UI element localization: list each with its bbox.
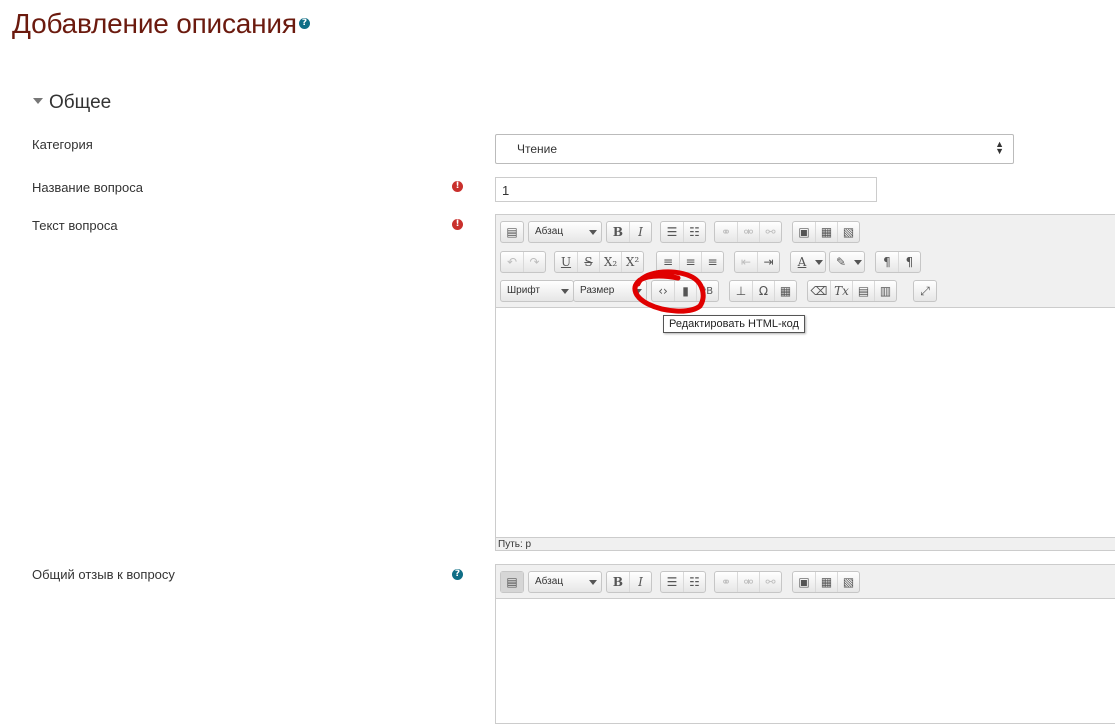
insert-group: ⊥ Ω ▦ (729, 280, 797, 302)
question-name-value: 1 (502, 183, 510, 198)
special-char-icon[interactable]: Ω (752, 281, 774, 301)
font-dropdown-label: Шрифт (507, 285, 540, 296)
rtl-icon[interactable]: ¶ (898, 252, 920, 272)
toolbar-toggle-group: ▤ (500, 571, 524, 593)
annotation-circle (632, 269, 706, 314)
category-label: Категория (32, 137, 93, 152)
bg-color-group: ✎ (829, 251, 865, 273)
clean-format-icon[interactable]: ⌫ (808, 281, 830, 301)
size-dropdown-label: Размер (580, 285, 615, 296)
font-dropdown[interactable]: Шрифт (500, 280, 574, 302)
fullscreen-icon[interactable]: ⤢ (914, 281, 936, 301)
strikethrough-icon[interactable]: S (577, 252, 599, 272)
image-icon[interactable]: ▣ (793, 572, 815, 592)
format-dropdown[interactable]: Абзац (528, 571, 602, 593)
question-text-label: Текст вопроса (32, 218, 118, 233)
numbered-list-icon[interactable]: ☷ (683, 222, 705, 242)
table-icon[interactable]: ▦ (774, 281, 796, 301)
clear-formatting-icon[interactable]: Tx (830, 281, 852, 301)
feedback-content[interactable] (496, 599, 1115, 719)
italic-icon[interactable]: I (629, 222, 651, 242)
link-icon[interactable]: ⚭ (715, 222, 737, 242)
question-text-content[interactable] (496, 308, 1115, 537)
paste-word-icon[interactable]: ▥ (874, 281, 896, 301)
file-manager-icon[interactable]: ▧ (837, 222, 859, 242)
numbered-list-icon[interactable]: ☷ (683, 572, 705, 592)
chevron-down-icon[interactable] (852, 252, 864, 272)
list-group: ☰ ☷ (660, 221, 706, 243)
bold-icon[interactable]: B (607, 222, 629, 242)
bullet-list-icon[interactable]: ☰ (661, 222, 683, 242)
chevron-down-icon (589, 230, 597, 235)
help-icon[interactable]: ? (452, 569, 463, 580)
media-icon[interactable]: ▦ (815, 222, 837, 242)
category-value: Чтение (517, 142, 558, 156)
anchor-icon[interactable]: ⚯ (759, 222, 781, 242)
indent-icon[interactable]: ⇥ (757, 252, 779, 272)
unlink-icon[interactable]: ⚮ (737, 572, 759, 592)
unlink-icon[interactable]: ⚮ (737, 222, 759, 242)
direction-group: ¶ ¶ (875, 251, 921, 273)
list-group: ☰ ☷ (660, 571, 706, 593)
bold-icon[interactable]: B (607, 572, 629, 592)
media-group: ▣ ▦ ▧ (792, 571, 860, 593)
page-title-text: Добавление описания (12, 8, 297, 39)
cleanup-group: ⌫ Tx ▤ ▥ (807, 280, 897, 302)
editor-path-bar: Путь: p (496, 537, 1115, 550)
image-icon[interactable]: ▣ (793, 222, 815, 242)
anchor-icon[interactable]: ⚯ (759, 572, 781, 592)
fullscreen-group: ⤢ (913, 280, 937, 302)
undo-icon[interactable]: ↶ (501, 252, 523, 272)
help-icon[interactable]: ? (298, 18, 310, 30)
link-group: ⚭ ⚮ ⚯ (714, 221, 782, 243)
link-group: ⚭ ⚮ ⚯ (714, 571, 782, 593)
question-text-editor[interactable]: ▤ Абзац B I ☰ ☷ ⚭ ⚮ ⚯ ▣ ▦ ▧ ↶ ↷ U S X₂ X… (495, 214, 1115, 551)
file-manager-icon[interactable]: ▧ (837, 572, 859, 592)
section-title: Общее (49, 92, 112, 113)
toolbar-toggle-icon[interactable]: ▤ (501, 572, 523, 592)
text-color-group: A (790, 251, 826, 273)
collapse-caret-icon (33, 97, 43, 104)
format-dropdown-label: Абзац (535, 576, 564, 587)
chevron-down-icon[interactable] (813, 252, 825, 272)
feedback-editor[interactable]: ▤ Абзац B I ☰ ☷ ⚭ ⚮ ⚯ ▣ ▦ ▧ (495, 564, 1115, 724)
page-title: Добавление описания? (12, 8, 310, 40)
question-name-input[interactable]: 1 (495, 177, 877, 202)
toolbar-toggle-group: ▤ (500, 221, 524, 243)
chevron-down-icon (561, 289, 569, 294)
section-general-toggle[interactable]: Общее (33, 92, 111, 114)
media-icon[interactable]: ▦ (815, 572, 837, 592)
category-select[interactable]: Чтение ▲ ▼ (495, 134, 1014, 164)
feedback-label: Общий отзыв к вопросу (32, 567, 175, 582)
text-color-icon[interactable]: A (791, 252, 813, 272)
underline-icon[interactable]: U (555, 252, 577, 272)
ltr-icon[interactable]: ¶ (876, 252, 898, 272)
required-icon: ! (452, 181, 463, 192)
editor-toolbar: ▤ Абзац B I ☰ ☷ ⚭ ⚮ ⚯ ▣ ▦ ▧ ↶ ↷ U S X₂ X… (496, 215, 1115, 308)
italic-icon[interactable]: I (629, 572, 651, 592)
select-arrows-icon: ▲ ▼ (995, 139, 1004, 156)
toolbar-toggle-icon[interactable]: ▤ (501, 222, 523, 242)
editor-path: Путь: p (498, 539, 532, 550)
link-icon[interactable]: ⚭ (715, 572, 737, 592)
text-style-group: B I (606, 221, 652, 243)
subscript-icon[interactable]: X₂ (599, 252, 621, 272)
question-name-label: Название вопроса (32, 180, 143, 195)
format-dropdown-label: Абзац (535, 226, 564, 237)
format-dropdown[interactable]: Абзац (528, 221, 602, 243)
background-color-icon[interactable]: ✎ (830, 252, 852, 272)
text-style-group: B I (606, 571, 652, 593)
redo-icon[interactable]: ↷ (523, 252, 545, 272)
horizontal-rule-icon[interactable]: ⊥ (730, 281, 752, 301)
chevron-down-icon (589, 580, 597, 585)
undo-group: ↶ ↷ (500, 251, 546, 273)
indent-group: ⇤ ⇥ (734, 251, 780, 273)
editor-toolbar: ▤ Абзац B I ☰ ☷ ⚭ ⚮ ⚯ ▣ ▦ ▧ (496, 565, 1115, 599)
media-group: ▣ ▦ ▧ (792, 221, 860, 243)
outdent-icon[interactable]: ⇤ (735, 252, 757, 272)
bullet-list-icon[interactable]: ☰ (661, 572, 683, 592)
required-icon: ! (452, 219, 463, 230)
paste-text-icon[interactable]: ▤ (852, 281, 874, 301)
